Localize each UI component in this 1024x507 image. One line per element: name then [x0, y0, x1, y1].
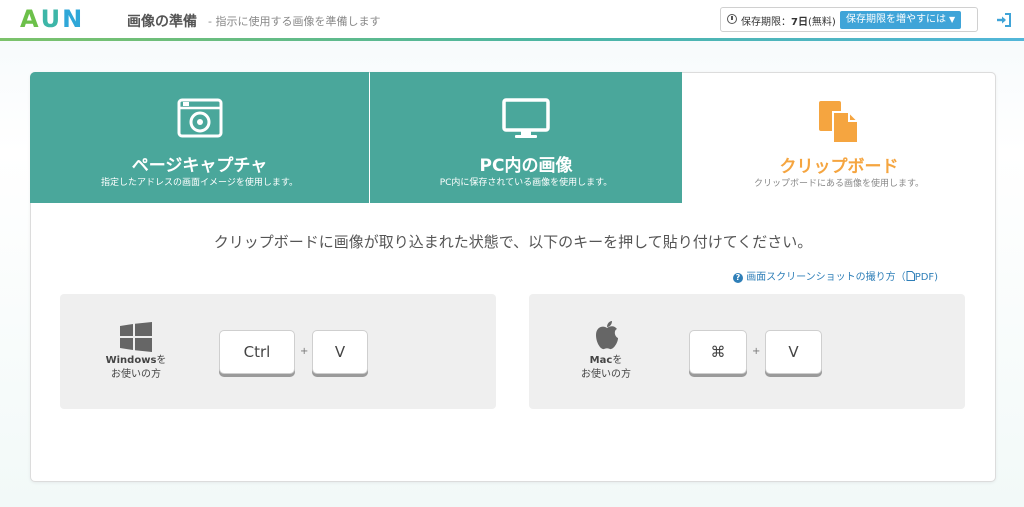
v-key: V	[765, 330, 822, 374]
help-link-pdf: PDF)	[914, 272, 939, 283]
header-divider	[0, 38, 1024, 41]
camera-icon	[177, 98, 223, 142]
command-key: ⌘	[689, 330, 747, 374]
tab-page-capture[interactable]: ページキャプチャ 指定したアドレスの画面イメージを使用します。	[30, 72, 369, 203]
paste-instruction: クリップボードに画像が取り込まれた状態で、以下のキーを押して貼り付けてください。	[213, 233, 813, 251]
windows-user-text: お使いの方	[111, 369, 161, 380]
logo-letter-n: N	[62, 5, 83, 33]
header: A U N 画像の準備 - 指示に使用する画像を準備します 保存期限：7日(無料…	[0, 0, 1024, 39]
mac-shortcut-panel	[529, 294, 965, 409]
windows-suffix: を	[156, 355, 167, 366]
page-subtitle: - 指示に使用する画像を準備します	[208, 15, 381, 28]
expiry-value: 7日	[791, 17, 808, 28]
clipboard-icon	[816, 99, 862, 149]
mac-label: Macを お使いの方	[561, 354, 651, 382]
mac-os-name: Mac	[589, 355, 613, 366]
expiry-note: (無料)	[807, 17, 836, 28]
plus-sign: +	[300, 346, 309, 357]
tab-title: クリップボード	[779, 157, 899, 177]
mac-suffix: を	[612, 355, 623, 366]
page-title: 画像の準備	[127, 14, 197, 30]
windows-label: Windowsを お使いの方	[91, 354, 181, 382]
login-icon[interactable]	[996, 12, 1012, 28]
windows-os-name: Windows	[105, 355, 157, 366]
tab-clipboard[interactable]: クリップボード クリップボードにある画像を使用します。	[683, 72, 996, 203]
logo-letter-u: U	[40, 5, 61, 33]
clock-icon	[727, 14, 737, 24]
help-icon: ?	[733, 273, 743, 283]
extend-expiry-button[interactable]: 保存期限を増やすには ▼	[840, 11, 962, 29]
tab-pc-image[interactable]: PC内の画像 PC内に保存されている画像を使用します。	[370, 72, 682, 203]
tab-description: PC内に保存されている画像を使用します。	[439, 178, 613, 188]
logo-letter-a: A	[20, 5, 39, 33]
expiry-text: 保存期限：7日(無料)	[741, 13, 836, 28]
screenshot-help-link[interactable]: ? 画面スクリーンショットの撮り方（ PDF)	[733, 268, 938, 283]
apple-logo-icon	[596, 321, 618, 350]
monitor-icon	[502, 98, 550, 144]
extend-expiry-label: 保存期限を増やすには	[846, 14, 946, 25]
plus-sign: +	[752, 346, 761, 357]
mac-user-text: お使いの方	[581, 369, 631, 380]
tab-description: クリップボードにある画像を使用します。	[753, 179, 925, 189]
v-key: V	[312, 330, 368, 374]
aun-logo[interactable]: A U N	[20, 6, 82, 32]
caret-down-icon: ▼	[949, 15, 956, 24]
pdf-icon	[906, 271, 915, 281]
help-link-label: 画面スクリーンショットの撮り方（	[746, 272, 906, 283]
expiry-label: 保存期限：	[741, 17, 791, 28]
windows-logo-icon	[120, 322, 152, 352]
tab-title: PC内の画像	[479, 156, 573, 176]
tab-title: ページキャプチャ	[131, 156, 268, 176]
ctrl-key: Ctrl	[219, 330, 295, 374]
tab-description: 指定したアドレスの画面イメージを使用します。	[101, 178, 298, 188]
